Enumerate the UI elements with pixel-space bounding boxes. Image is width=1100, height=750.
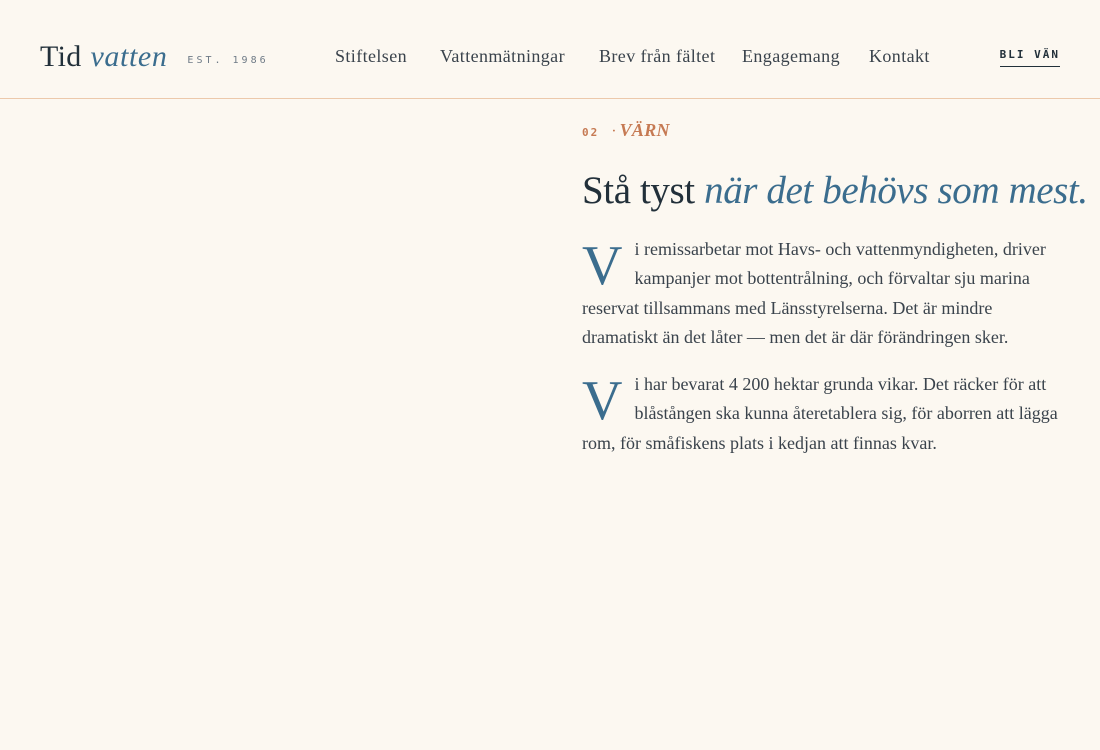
section-eyebrow: 02 · VÄRN <box>582 120 1062 144</box>
site-header: Tid vatten EST. 1986 Stiftelsen Vattenmä… <box>0 0 1100 99</box>
drop-cap: V <box>582 370 623 433</box>
body-paragraph-1: Vi remissarbetar mot Havs- och vattenmyn… <box>582 235 1062 352</box>
nav-item-brev-fran-faltet[interactable]: Brev från fältet <box>599 46 715 67</box>
paragraph-text: i remissarbetar mot Havs- och vattenmynd… <box>582 239 1046 347</box>
drop-cap: V <box>582 235 623 297</box>
headline-accent: när det behövs som mest. <box>704 169 1088 212</box>
section-separator: · <box>611 123 617 140</box>
nav-item-engagemang[interactable]: Engagemang <box>742 46 840 67</box>
nav-item-vattenmatningar[interactable]: Vattenmätningar <box>440 46 565 67</box>
become-friend-button[interactable]: BLI VÄN <box>999 48 1060 67</box>
headline-plain: Stå tyst <box>582 169 695 212</box>
main-nav: Stiftelsen Vattenmätningar Brev från fäl… <box>0 46 1100 70</box>
nav-item-stiftelsen[interactable]: Stiftelsen <box>335 46 407 67</box>
section-number: 02 <box>582 126 600 139</box>
section-label: VÄRN <box>619 120 670 140</box>
section-varn: 02 · VÄRN Stå tyst när det behövs som me… <box>582 120 1088 458</box>
paragraph-text: i har bevarat 4 200 hektar grunda vikar.… <box>582 374 1058 453</box>
section-headline: Stå tyst när det behövs som mest. <box>582 168 1088 214</box>
nav-item-kontakt[interactable]: Kontakt <box>869 46 930 67</box>
body-paragraph-2: Vi har bevarat 4 200 hektar grunda vikar… <box>582 370 1062 458</box>
